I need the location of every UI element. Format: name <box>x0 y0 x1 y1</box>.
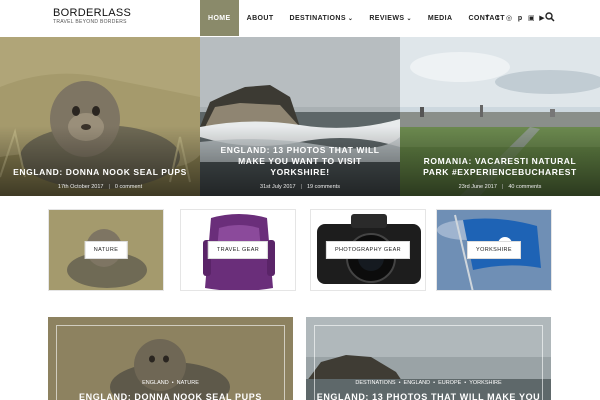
hero-meta: 17th October 2017 | 0 comment <box>57 184 143 190</box>
featured-post-card[interactable]: ENGLAND • NATURE ENGLAND: DONNA NOOK SEAL … <box>48 317 293 400</box>
nav-destinations[interactable]: DESTINATIONS ⌄ <box>282 0 362 36</box>
featured-post-card[interactable]: DESTINATIONS • ENGLAND • EUROPE • YORKSHIRE EN… <box>306 317 551 400</box>
comment-count[interactable]: 19 comments <box>307 184 340 190</box>
category-label: PHOTOGRAPHY GEAR <box>325 241 411 259</box>
instagram-icon[interactable]: ◎ <box>506 14 512 22</box>
tag-link[interactable]: DESTINATIONS <box>355 380 395 386</box>
comment-count[interactable]: 0 comment <box>115 184 142 190</box>
post-tags: ENGLAND • NATURE <box>142 380 199 386</box>
tag-link[interactable]: ENGLAND <box>404 380 431 386</box>
main-nav: HOME ABOUT DESTINATIONS ⌄ REVIEWS ⌄ MEDIA … <box>200 0 513 36</box>
site-logo[interactable]: BORDERLASS TRAVEL BEYOND BORDERS <box>53 7 131 26</box>
site-header: BORDERLASS TRAVEL BEYOND BORDERS HOME AB… <box>0 0 600 36</box>
logo-tagline: TRAVEL BEYOND BORDERS <box>53 19 127 25</box>
comment-count[interactable]: 40 comments <box>508 184 541 190</box>
category-photography-gear[interactable]: PHOTOGRAPHY GEAR <box>310 209 426 291</box>
nav-home-label: HOME <box>208 14 231 22</box>
nav-destinations-label: DESTINATIONS <box>289 14 346 22</box>
logo-title: BORDERLASS <box>53 7 132 19</box>
nav-reviews[interactable]: REVIEWS ⌄ <box>361 0 420 36</box>
nav-about[interactable]: ABOUT <box>239 0 282 36</box>
pinterest-icon[interactable]: p <box>517 15 523 22</box>
search-icon[interactable] <box>545 12 555 22</box>
nav-home[interactable]: HOME <box>200 0 239 36</box>
tag-link[interactable]: YORKSHIRE <box>469 380 501 386</box>
flickr-icon[interactable]: ▣ <box>528 14 535 22</box>
hero-title[interactable]: ENGLAND: DONNA NOOK SEAL PUPS <box>10 167 190 178</box>
post-date: 23rd June 2017 <box>458 184 497 190</box>
nav-reviews-label: REVIEWS <box>369 14 405 22</box>
category-label: NATURE <box>84 241 128 259</box>
card-frame <box>314 325 543 400</box>
nav-media-label: MEDIA <box>427 14 453 22</box>
post-date: 17th October 2017 <box>57 184 104 190</box>
hero-post[interactable]: ENGLAND: DONNA NOOK SEAL PUPS 17th Octob… <box>0 37 200 196</box>
post-title[interactable]: ENGLAND: DONNA NOOK SEAL PUPS <box>48 392 293 400</box>
twitter-icon[interactable]: t <box>495 15 501 22</box>
category-label: TRAVEL GEAR <box>207 241 269 259</box>
tag-link[interactable]: ENGLAND <box>142 380 169 386</box>
nav-about-label: ABOUT <box>246 14 274 22</box>
post-tags: DESTINATIONS • ENGLAND • EUROPE • YORKSHIRE <box>355 380 502 386</box>
category-travel-gear[interactable]: TRAVEL GEAR <box>180 209 296 291</box>
hero-meta: 23rd June 2017 | 40 comments <box>458 184 542 190</box>
hero-title[interactable]: ROMANIA: VACARESTI NATURAL PARK #EXPERIE… <box>410 156 590 178</box>
hero-meta: 31st July 2017 | 19 comments <box>260 184 340 190</box>
card-frame <box>56 325 285 400</box>
category-nature[interactable]: NATURE <box>48 209 164 291</box>
post-title[interactable]: ENGLAND: 13 PHOTOS THAT WILL MAKE YOU <box>306 392 551 400</box>
facebook-icon[interactable]: f <box>484 15 490 22</box>
tag-link[interactable]: NATURE <box>177 380 199 386</box>
social-links: f t ◎ p ▣ ▶ <box>484 0 545 36</box>
category-yorkshire[interactable]: YORKSHIRE <box>436 209 552 291</box>
tag-link[interactable]: EUROPE <box>438 380 461 386</box>
category-label: YORKSHIRE <box>467 241 521 259</box>
chevron-down-icon: ⌄ <box>347 15 354 22</box>
hero-post[interactable]: ENGLAND: 13 PHOTOS THAT WILL MAKE YOU WA… <box>200 37 400 196</box>
chevron-down-icon: ⌄ <box>406 15 412 22</box>
hero-post[interactable]: ROMANIA: VACARESTI NATURAL PARK #EXPERIE… <box>400 37 600 196</box>
post-date: 31st July 2017 <box>260 184 296 190</box>
hero-title[interactable]: ENGLAND: 13 PHOTOS THAT WILL MAKE YOU WA… <box>210 145 390 178</box>
nav-media[interactable]: MEDIA <box>420 0 461 36</box>
